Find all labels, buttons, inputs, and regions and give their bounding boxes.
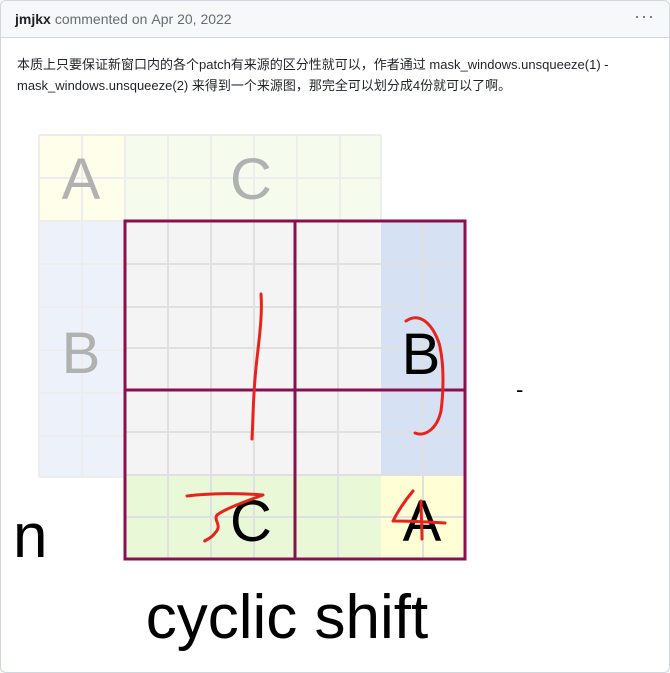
dash-fragment: - [516, 377, 523, 402]
left-edge-fragment: n [13, 502, 47, 571]
comment-author[interactable]: jmjkx [15, 11, 51, 27]
comment-card: jmjkx commented on Apr 20, 2022 ··· 本质上只… [0, 0, 670, 673]
shifted-feature-map: B C A [123, 219, 467, 561]
faded-label-a: A [62, 147, 101, 212]
comment-body: 本质上只要保证新窗口内的各个patch有来源的区分性就可以，作者通过 mask_… [17, 57, 609, 93]
comment-action: commented on [54, 11, 148, 27]
figure-caption: cyclic shift [146, 583, 428, 652]
comment-header: jmjkx commented on Apr 20, 2022 ··· [1, 1, 669, 38]
cyclic-shift-figure: A C B B C A n - cyclic shift [1, 111, 669, 672]
faded-label-b: B [62, 321, 101, 386]
comment-date[interactable]: Apr 20, 2022 [151, 11, 231, 27]
faded-label-c: C [230, 147, 272, 212]
kebab-horizontal-icon[interactable]: ··· [634, 7, 655, 31]
cyclic-shift-diagram: A C B B C A n - cyclic shift [13, 134, 523, 652]
